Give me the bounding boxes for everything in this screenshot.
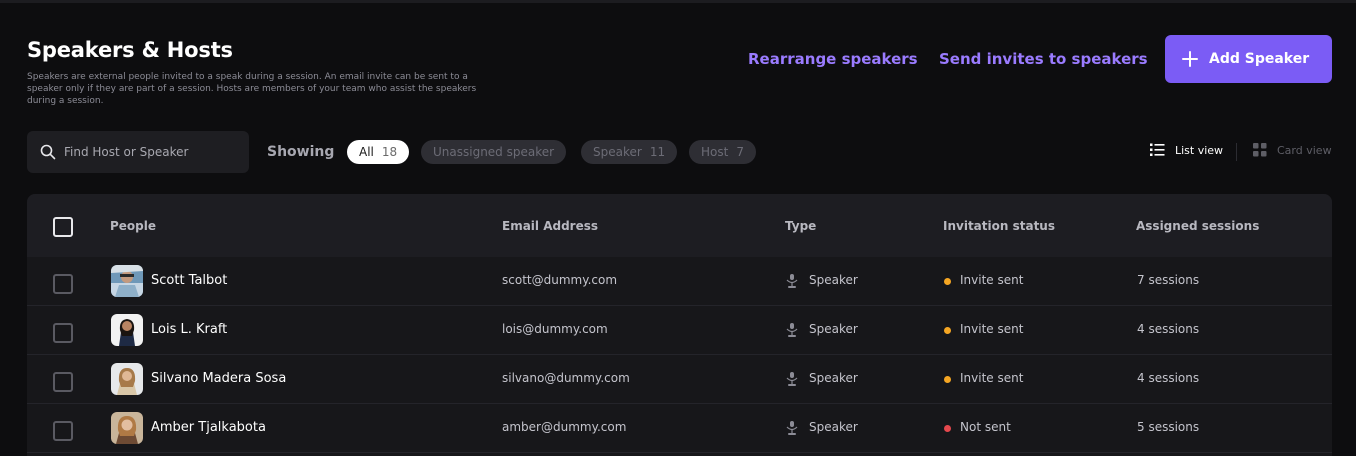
assigned-sessions[interactable]: 4 sessions [1137, 322, 1199, 336]
invitation-status: Invite sent [960, 273, 1024, 287]
page-description: Speakers are external people invited to … [27, 72, 477, 106]
select-all-checkbox[interactable] [53, 217, 73, 237]
chip-label: Unassigned speaker [433, 145, 555, 159]
showing-label: Showing [267, 144, 335, 160]
email-address: amber@dummy.com [502, 420, 627, 434]
send-invites-link[interactable]: Send invites to speakers [939, 50, 1148, 68]
person-type: Speaker [809, 273, 858, 287]
column-header-type[interactable]: Type [785, 219, 816, 233]
person-type: Speaker [809, 371, 858, 385]
column-header-invitation-status[interactable]: Invitation status [943, 219, 1055, 233]
email-address: lois@dummy.com [502, 322, 608, 336]
view-divider [1236, 143, 1237, 161]
column-header-people[interactable]: People [110, 219, 156, 233]
top-border [0, 0, 1356, 3]
email-address: scott@dummy.com [502, 273, 618, 287]
person-name[interactable]: Amber Tjalkabota [151, 420, 266, 435]
status-dot [944, 327, 951, 334]
chip-label: Speaker [593, 145, 642, 159]
row-checkbox[interactable] [53, 372, 73, 392]
assigned-sessions[interactable]: 4 sessions [1137, 371, 1199, 385]
status-dot [944, 278, 951, 285]
plus-icon [1181, 50, 1199, 68]
card-view-toggle[interactable]: Card view [1253, 143, 1332, 157]
filter-chip-unassigned-speaker[interactable]: Unassigned speaker [421, 140, 567, 164]
list-view-label: List view [1175, 143, 1224, 157]
invitation-status: Not sent [960, 420, 1011, 434]
table-row[interactable]: Silvano Madera Sosa silvano@dummy.com Sp… [27, 355, 1332, 404]
person-name[interactable]: Scott Talbot [151, 273, 227, 288]
microphone-icon [786, 421, 798, 435]
column-header-assigned-sessions[interactable]: Assigned sessions [1136, 219, 1259, 233]
column-header-email[interactable]: Email Address [502, 219, 598, 233]
speakers-hosts-page: Speakers & Hosts Speakers are external p… [0, 0, 1356, 456]
search-input[interactable] [64, 145, 234, 159]
microphone-icon [786, 323, 798, 337]
chip-count: 18 [381, 145, 398, 159]
chip-count: 7 [736, 145, 744, 159]
row-checkbox[interactable] [53, 421, 73, 441]
list-view-toggle[interactable]: List view [1150, 143, 1223, 157]
chip-count: 11 [649, 145, 666, 159]
search-icon [40, 144, 56, 160]
email-address: silvano@dummy.com [502, 371, 630, 385]
assigned-sessions[interactable]: 5 sessions [1137, 420, 1199, 434]
microphone-icon [786, 274, 798, 288]
table-row[interactable]: Lois L. Kraft lois@dummy.com Speaker Inv… [27, 306, 1332, 355]
row-checkbox[interactable] [53, 274, 73, 294]
avatar [111, 265, 143, 297]
filter-chip-all[interactable]: All 18 [347, 140, 410, 164]
page-title: Speakers & Hosts [27, 38, 233, 62]
invitation-status: Invite sent [960, 322, 1024, 336]
person-type: Speaker [809, 322, 858, 336]
person-type: Speaker [809, 420, 858, 434]
list-view-icon [1150, 143, 1165, 156]
status-dot [944, 425, 951, 432]
add-speaker-label: Add Speaker [1209, 51, 1310, 67]
chip-label: All [359, 145, 374, 159]
row-checkbox[interactable] [53, 323, 73, 343]
people-table: People Email Address Type Invitation sta… [27, 194, 1332, 456]
person-name[interactable]: Silvano Madera Sosa [151, 371, 286, 386]
filter-chip-host[interactable]: Host 7 [689, 140, 756, 164]
table-row[interactable]: Scott Talbot scott@dummy.com Speaker Inv… [27, 257, 1332, 306]
filter-chip-speaker[interactable]: Speaker 11 [581, 140, 678, 164]
avatar [111, 363, 143, 395]
microphone-icon [786, 372, 798, 386]
status-dot [944, 376, 951, 383]
person-name[interactable]: Lois L. Kraft [151, 322, 227, 337]
search-box[interactable] [27, 131, 249, 173]
assigned-sessions[interactable]: 7 sessions [1137, 273, 1199, 287]
avatar [111, 412, 143, 444]
table-row[interactable]: Amber Tjalkabota amber@dummy.com Speaker… [27, 404, 1332, 453]
grid-view-icon [1253, 143, 1267, 157]
chip-label: Host [701, 145, 729, 159]
add-speaker-button[interactable]: Add Speaker [1165, 35, 1332, 83]
rearrange-speakers-link[interactable]: Rearrange speakers [748, 50, 918, 68]
card-view-label: Card view [1277, 143, 1332, 157]
table-header: People Email Address Type Invitation sta… [27, 194, 1332, 257]
invitation-status: Invite sent [960, 371, 1024, 385]
avatar [111, 314, 143, 346]
